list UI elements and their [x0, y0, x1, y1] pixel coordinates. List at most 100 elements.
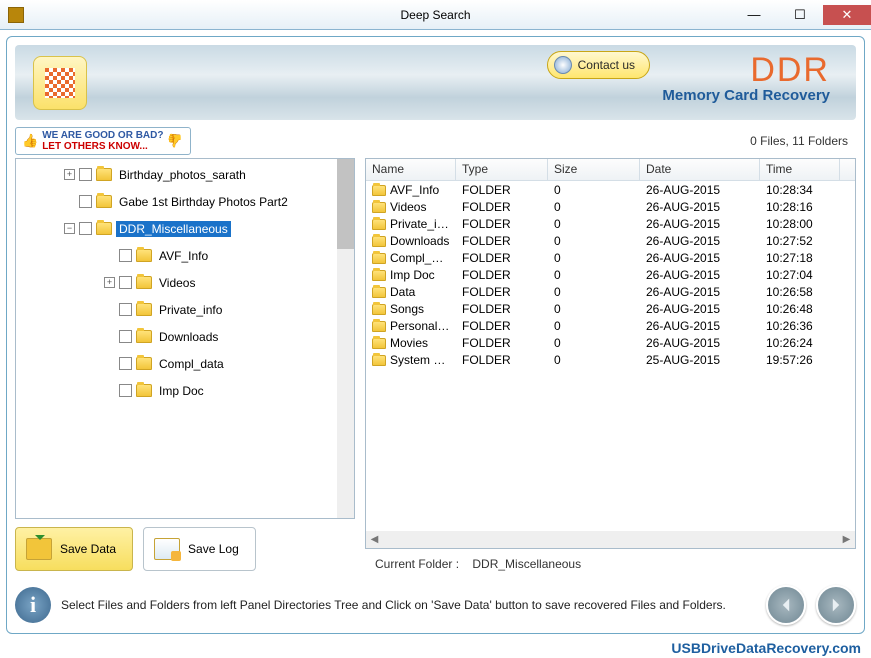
scroll-right-icon[interactable]: ▶: [838, 531, 855, 548]
tree-node[interactable]: + Birthday_photos_sarath: [16, 161, 337, 188]
contact-us-button[interactable]: Contact us: [547, 51, 650, 79]
tree-expander[interactable]: [104, 304, 115, 315]
review-line1: WE ARE GOOD OR BAD?: [42, 130, 163, 141]
column-header[interactable]: Time: [760, 159, 840, 180]
brand-subtitle: Memory Card Recovery: [662, 87, 830, 104]
file-list-header[interactable]: NameTypeSizeDateTime: [366, 159, 855, 181]
tree-node[interactable]: + Videos: [16, 269, 337, 296]
column-header[interactable]: Type: [456, 159, 548, 180]
save-log-label: Save Log: [188, 542, 239, 556]
tree-expander[interactable]: [64, 196, 75, 207]
tree-checkbox[interactable]: [79, 222, 92, 235]
tree-checkbox[interactable]: [79, 168, 92, 181]
stats-label: 0 Files, 11 Folders: [750, 134, 856, 148]
tree-node[interactable]: − DDR_Miscellaneous: [16, 215, 337, 242]
tree-checkbox[interactable]: [119, 276, 132, 289]
table-row[interactable]: AVF_InfoFOLDER026-AUG-201510:28:34: [366, 181, 855, 198]
folder-icon: [136, 276, 152, 289]
tree-node[interactable]: Imp Doc: [16, 377, 337, 404]
column-header[interactable]: Size: [548, 159, 640, 180]
table-row[interactable]: DataFOLDER026-AUG-201510:26:58: [366, 283, 855, 300]
brand-text: DDR Memory Card Recovery: [662, 53, 830, 104]
save-log-button[interactable]: Save Log: [143, 527, 256, 571]
save-data-icon: [26, 538, 52, 560]
tree-checkbox[interactable]: [79, 195, 92, 208]
save-data-button[interactable]: Save Data: [15, 527, 133, 571]
tree-checkbox[interactable]: [119, 357, 132, 370]
table-row[interactable]: MoviesFOLDER026-AUG-201510:26:24: [366, 334, 855, 351]
folder-icon: [372, 219, 386, 230]
tree-expander[interactable]: +: [64, 169, 75, 180]
folder-icon: [136, 303, 152, 316]
folder-icon: [372, 321, 386, 332]
folder-icon: [372, 355, 386, 366]
column-header[interactable]: Date: [640, 159, 760, 180]
prev-button[interactable]: [766, 585, 806, 625]
folder-icon: [372, 304, 386, 315]
folder-icon: [372, 202, 386, 213]
tree-node[interactable]: Gabe 1st Birthday Photos Part2: [16, 188, 337, 215]
folder-icon: [372, 185, 386, 196]
app-panel: Contact us DDR Memory Card Recovery 👍 WE…: [6, 36, 865, 634]
table-row[interactable]: Personal Pho...FOLDER026-AUG-201510:26:3…: [366, 317, 855, 334]
column-header[interactable]: Name: [366, 159, 456, 180]
folder-icon: [372, 270, 386, 281]
tree-checkbox[interactable]: [119, 303, 132, 316]
tree-expander[interactable]: [104, 358, 115, 369]
tree-label: Videos: [156, 275, 198, 291]
maximize-button[interactable]: ☐: [777, 5, 823, 25]
contact-avatar-icon: [554, 56, 572, 74]
table-row[interactable]: Compl_dataFOLDER026-AUG-201510:27:18: [366, 249, 855, 266]
tree-node[interactable]: AVF_Info: [16, 242, 337, 269]
tree-scrollbar[interactable]: [337, 159, 354, 518]
table-row[interactable]: SongsFOLDER026-AUG-201510:26:48: [366, 300, 855, 317]
review-line2: LET OTHERS KNOW...: [42, 141, 148, 152]
file-list-body[interactable]: AVF_InfoFOLDER026-AUG-201510:28:34Videos…: [366, 181, 855, 531]
tree-checkbox[interactable]: [119, 384, 132, 397]
tree-checkbox[interactable]: [119, 249, 132, 262]
save-log-icon: [154, 538, 180, 560]
tree-label: Imp Doc: [156, 383, 207, 399]
table-row[interactable]: VideosFOLDER026-AUG-201510:28:16: [366, 198, 855, 215]
tree-node[interactable]: Private_info: [16, 296, 337, 323]
review-button[interactable]: 👍 WE ARE GOOD OR BAD? LET OTHERS KNOW...…: [15, 127, 191, 155]
folder-icon: [96, 222, 112, 235]
tree-expander[interactable]: +: [104, 277, 115, 288]
folder-icon: [96, 168, 112, 181]
brand-logo: [33, 56, 87, 110]
folder-icon: [136, 384, 152, 397]
folder-icon: [372, 338, 386, 349]
info-icon: i: [15, 587, 51, 623]
table-row[interactable]: Private_infoFOLDER026-AUG-201510:28:00: [366, 215, 855, 232]
tree-label: Private_info: [156, 302, 225, 318]
tree-label: Compl_data: [156, 356, 227, 372]
window-titlebar: Deep Search — ☐ ✕: [0, 0, 871, 30]
tree-expander[interactable]: [104, 250, 115, 261]
header-banner: Contact us DDR Memory Card Recovery: [15, 45, 856, 120]
next-button[interactable]: [816, 585, 856, 625]
folder-icon: [136, 249, 152, 262]
folder-icon: [372, 253, 386, 264]
save-data-label: Save Data: [60, 542, 116, 556]
table-row[interactable]: System Volu...FOLDER025-AUG-201519:57:26: [366, 351, 855, 368]
folder-icon: [372, 287, 386, 298]
tree-node[interactable]: Compl_data: [16, 350, 337, 377]
minimize-button[interactable]: —: [731, 5, 777, 25]
tree-expander[interactable]: [104, 385, 115, 396]
tree-node[interactable]: Downloads: [16, 323, 337, 350]
tree-checkbox[interactable]: [119, 330, 132, 343]
file-list-hscrollbar[interactable]: ◀ ▶: [366, 531, 855, 548]
table-row[interactable]: DownloadsFOLDER026-AUG-201510:27:52: [366, 232, 855, 249]
tree-label: AVF_Info: [156, 248, 211, 264]
close-button[interactable]: ✕: [823, 5, 871, 25]
file-list-panel: NameTypeSizeDateTime AVF_InfoFOLDER026-A…: [365, 158, 856, 549]
table-row[interactable]: Imp DocFOLDER026-AUG-201510:27:04: [366, 266, 855, 283]
main-area: + Birthday_photos_sarath Gabe 1st Birthday…: [15, 158, 856, 571]
folder-tree[interactable]: + Birthday_photos_sarath Gabe 1st Birthday…: [16, 159, 337, 518]
tree-expander[interactable]: [104, 331, 115, 342]
tree-label: DDR_Miscellaneous: [116, 221, 231, 237]
tree-expander[interactable]: −: [64, 223, 75, 234]
scroll-left-icon[interactable]: ◀: [366, 531, 383, 548]
tree-label: Birthday_photos_sarath: [116, 167, 249, 183]
site-footer: USBDriveDataRecovery.com: [0, 640, 871, 658]
